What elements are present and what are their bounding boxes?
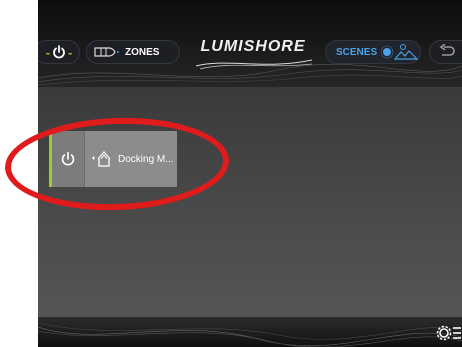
power-icon: [53, 45, 65, 59]
scene-select-button[interactable]: Docking M...: [85, 131, 177, 187]
footer-wave-decoration: [38, 322, 462, 347]
settings-menu-button[interactable]: [436, 323, 462, 343]
zones-label: ZONES: [125, 46, 160, 58]
lumishore-logo: LUMISHORE: [200, 38, 306, 55]
scenes-content-area: Docking M...: [38, 87, 462, 317]
logo-swoosh: [196, 59, 312, 70]
master-power-button[interactable]: - -: [38, 40, 80, 64]
scenes-label: SCENES: [336, 46, 378, 58]
scenes-button[interactable]: SCENES: [325, 40, 421, 64]
power-dash-right: -: [68, 44, 73, 60]
docking-boat-icon: [92, 151, 111, 167]
zones-button[interactable]: ZONES: [86, 40, 180, 64]
power-dash-left: -: [45, 44, 50, 60]
back-button[interactable]: [429, 40, 462, 64]
power-icon: [61, 151, 75, 166]
scene-label: Docking M...: [118, 153, 174, 165]
scene-power-button[interactable]: [52, 131, 85, 187]
back-arrow-icon: [439, 44, 455, 56]
scene-tile: Docking M...: [49, 131, 177, 187]
bottom-bar: [38, 317, 462, 347]
mountain-scene-icon: [381, 44, 419, 60]
boat-zones-icon: [94, 47, 119, 57]
top-bar: - - ZONES LUMISHORE SCENES: [38, 0, 462, 87]
lumishore-app: - - ZONES LUMISHORE SCENES Docking M...: [38, 0, 462, 347]
settings-menu-icon: [436, 325, 461, 341]
